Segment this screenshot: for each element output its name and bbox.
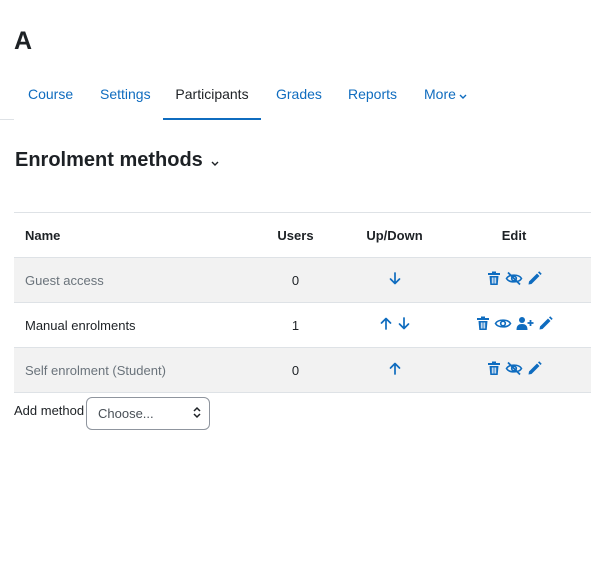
course-nav-tabs: Course Settings Participants Grades Repo… [0,74,591,120]
page-title[interactable]: Enrolment methods [15,148,219,173]
hide-icon[interactable] [505,271,523,289]
table-row: Self enrolment (Student) 0 [14,347,591,393]
add-method-selected-value: Choose... [98,406,154,421]
tab-course[interactable]: Course [28,74,73,120]
table-header-row: Name Users Up/Down Edit [14,212,591,258]
hide-icon[interactable] [505,361,523,379]
table-row: Guest access 0 [14,257,591,303]
method-users-count: 0 [239,257,352,303]
column-header-name: Name [14,212,239,258]
method-updown-cell [352,347,437,393]
column-header-edit: Edit [437,212,591,258]
column-header-users: Users [239,212,352,258]
tab-more-label: More [424,86,456,102]
tabs-divider [0,119,14,120]
method-users-count: 1 [239,302,352,348]
enrolment-methods-table: Name Users Up/Down Edit Guest access 0 Man… [14,212,591,393]
tab-more[interactable]: More [424,74,467,120]
method-name: Manual enrolments [14,302,239,348]
move-up-icon[interactable] [389,362,401,378]
edit-icon[interactable] [527,271,542,289]
method-updown-cell [352,257,437,303]
method-updown-cell [352,302,437,348]
column-header-updown: Up/Down [352,212,437,258]
method-name: Guest access [14,257,239,303]
page-title-text: Enrolment methods [15,149,203,171]
chevron-down-icon [459,75,467,115]
edit-icon[interactable] [538,316,553,334]
enrol-users-icon[interactable] [516,316,534,334]
delete-icon[interactable] [476,316,490,334]
move-down-icon[interactable] [398,317,410,333]
delete-icon[interactable] [487,271,501,289]
show-icon[interactable] [494,316,512,334]
edit-icon[interactable] [527,361,542,379]
add-method-label: Add method [14,403,85,418]
tab-settings[interactable]: Settings [100,74,151,120]
table-row: Manual enrolments 1 [14,302,591,348]
tab-reports[interactable]: Reports [348,74,397,120]
add-method-select[interactable]: Choose... [86,397,210,430]
move-up-icon[interactable] [380,317,392,333]
tab-grades[interactable]: Grades [276,74,322,120]
tab-participants[interactable]: Participants [163,74,261,120]
method-name: Self enrolment (Student) [14,347,239,393]
method-edit-cell [437,257,591,303]
method-edit-cell [437,347,591,393]
method-edit-cell [437,302,591,348]
course-title: A [14,27,33,55]
method-users-count: 0 [239,347,352,393]
move-down-icon[interactable] [389,272,401,288]
chevron-down-icon [211,149,219,173]
select-arrows-icon [193,406,201,422]
delete-icon[interactable] [487,361,501,379]
